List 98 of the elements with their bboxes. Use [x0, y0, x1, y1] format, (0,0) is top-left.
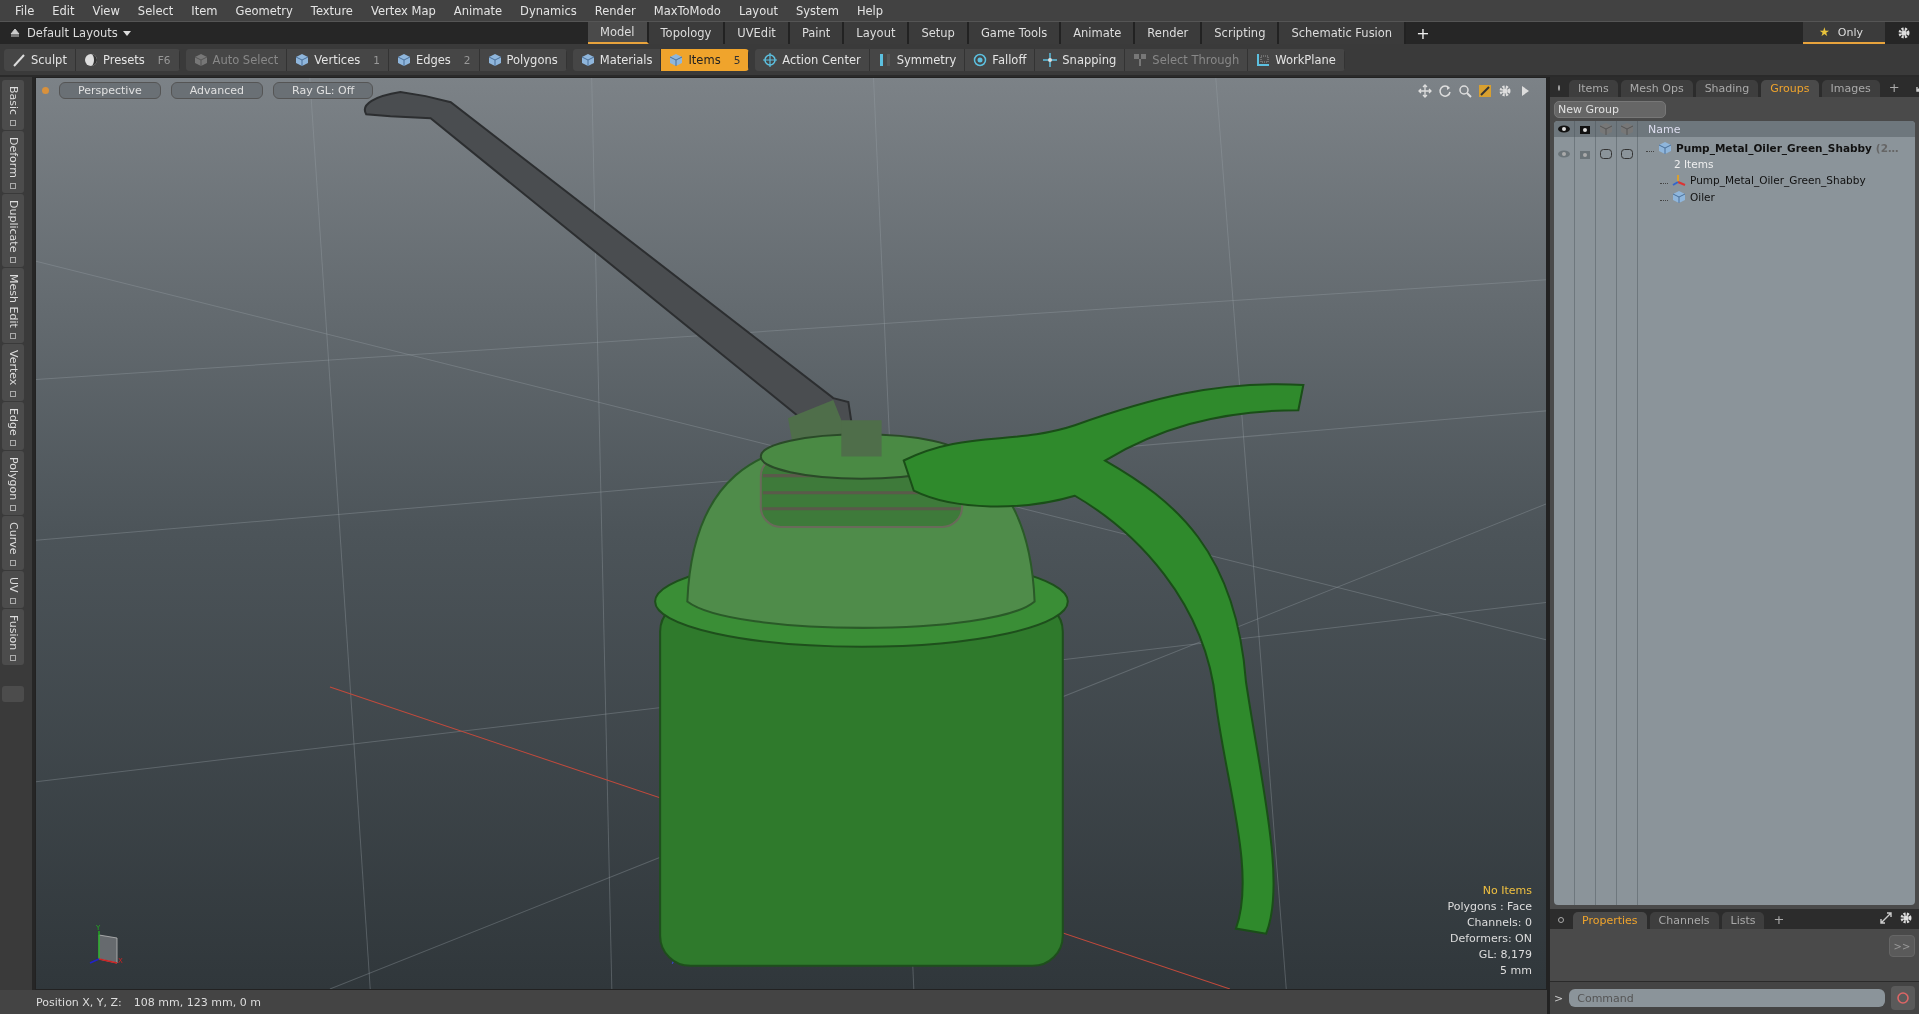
record-button[interactable]	[1891, 986, 1915, 1010]
side-tab[interactable]: Mesh Edit	[2, 268, 24, 344]
brush-icon	[12, 52, 26, 67]
menu-item[interactable]: Dynamics	[511, 3, 586, 18]
menu-item[interactable]: Geometry	[226, 3, 302, 18]
add-tab-button[interactable]: +	[1767, 912, 1791, 929]
side-tab[interactable]: Duplicate	[2, 194, 24, 268]
menu-item[interactable]: System	[787, 3, 848, 18]
layout-tab[interactable]: Render	[1135, 22, 1203, 44]
side-tab[interactable]: Fusion	[2, 608, 24, 665]
cube-icon	[580, 52, 595, 67]
add-tab-button[interactable]: +	[1882, 80, 1906, 97]
caret-icon[interactable]	[122, 29, 131, 37]
ring-icon	[973, 52, 988, 67]
layout-tab[interactable]: Layout	[844, 22, 910, 44]
new-group-button[interactable]: New Group	[1554, 101, 1666, 118]
cube-icon	[295, 52, 310, 67]
menu-item[interactable]: View	[83, 3, 129, 18]
panel-tab[interactable]: Items	[1569, 80, 1618, 97]
layout-tab[interactable]: Paint	[789, 22, 845, 44]
symmetry-icon	[877, 52, 892, 67]
only-toggle[interactable]: ★ Only	[1803, 22, 1885, 44]
command-prompt: >	[1554, 991, 1564, 1005]
menu-item[interactable]: Animate	[444, 3, 512, 18]
side-tab[interactable]: Polygon	[2, 451, 24, 516]
axes-icon	[1672, 173, 1686, 187]
select-through-icon	[1133, 52, 1148, 67]
layout-tab[interactable]: Topology	[648, 22, 726, 44]
menu-item[interactable]: MaxToModo	[644, 3, 730, 18]
viewport-info: Channels: 0	[1466, 916, 1532, 929]
side-tab[interactable]: UV	[2, 570, 24, 608]
panel-tab[interactable]: Groups	[1761, 80, 1819, 97]
viewport-info: No Items	[1482, 884, 1532, 897]
side-tab[interactable]: Edge	[2, 401, 24, 451]
tree-item[interactable]: Pump_Metal_Oiler_Green_Shabby	[1690, 174, 1866, 186]
ring-icon	[1896, 991, 1910, 1005]
panel-tab[interactable]: Lists	[1721, 912, 1765, 929]
cube-icon	[1658, 141, 1672, 155]
cube-icon	[487, 52, 502, 67]
cube-icon	[669, 52, 684, 67]
sphere-icon	[83, 52, 98, 67]
tree-item[interactable]: Oiler	[1690, 191, 1715, 203]
checkbox-icon[interactable]	[1599, 147, 1613, 161]
status-label: Position X, Y, Z:	[36, 995, 122, 1009]
snap-icon	[1043, 52, 1058, 67]
side-tab[interactable]: Vertex	[2, 344, 24, 401]
layout-tab[interactable]: Game Tools	[968, 22, 1062, 44]
viewport-info: Polygons : Face	[1447, 900, 1532, 913]
layout-tab[interactable]: Scripting	[1202, 22, 1280, 44]
group-name[interactable]: Pump_Metal_Oiler_Green_Shabby	[1676, 142, 1872, 154]
side-tab[interactable]: Basic	[2, 80, 24, 131]
side-tab[interactable]: Curve	[2, 516, 24, 570]
menu-item[interactable]: Item	[182, 3, 227, 18]
menu-item[interactable]: Edit	[43, 3, 84, 18]
view-button[interactable]: Advanced	[170, 82, 264, 99]
menu-item[interactable]: File	[6, 3, 44, 18]
view-button[interactable]: Perspective	[59, 82, 161, 99]
layout-tab[interactable]: Schematic Fusion	[1279, 22, 1407, 44]
panel-tab[interactable]: Properties	[1573, 912, 1647, 929]
layout-tab[interactable]: Model	[588, 22, 649, 44]
panel-tab[interactable]: Mesh Ops	[1620, 80, 1693, 97]
layouts-menu[interactable]: Default Layouts	[27, 26, 118, 40]
checkbox-icon[interactable]	[1620, 147, 1634, 161]
panel-tab[interactable]: Images	[1821, 80, 1880, 97]
side-tab[interactable]: Deform	[2, 131, 24, 193]
layout-tab[interactable]: Animate	[1061, 22, 1136, 44]
menu-item[interactable]: Select	[128, 3, 183, 18]
viewport-info: Deformers: ON	[1450, 932, 1532, 945]
cube-icon	[1672, 190, 1686, 204]
workplane-icon	[1256, 52, 1271, 67]
view-button[interactable]: Ray GL: Off	[273, 82, 374, 99]
rotate-icon[interactable]	[1438, 84, 1452, 98]
collapse-icon[interactable]	[8, 26, 22, 40]
command-field[interactable]: Command	[1569, 989, 1885, 1007]
settings-icon[interactable]	[1899, 911, 1913, 925]
menu-item[interactable]: Render	[585, 3, 645, 18]
status-dot	[42, 87, 49, 94]
menu-item[interactable]: Help	[847, 3, 893, 18]
panel-tab[interactable]: Channels	[1649, 912, 1719, 929]
menu-item[interactable]: Texture	[301, 3, 362, 18]
toolbar-button[interactable]: Items 5	[661, 48, 750, 71]
layout-tab[interactable]: UVEdit	[725, 22, 790, 44]
viewport-info: 5 mm	[1500, 964, 1532, 977]
status-value: 108 mm, 123 mm, 0 m	[133, 995, 261, 1009]
panel-tab[interactable]: Shading	[1695, 80, 1759, 97]
group-subtitle: 2 Items	[1673, 158, 1715, 170]
viewport-info: GL: 8,179	[1478, 948, 1532, 961]
menu-item[interactable]: Vertex Map	[361, 3, 445, 18]
cube-icon	[396, 52, 411, 67]
settings-icon[interactable]	[1897, 26, 1911, 40]
add-tab-button[interactable]: +	[1406, 23, 1440, 43]
cube-icon	[193, 52, 208, 67]
menu-item[interactable]: Layout	[729, 3, 787, 18]
move-icon[interactable]	[1418, 84, 1432, 98]
layout-tab[interactable]: Setup	[909, 22, 969, 44]
fit-icon[interactable]	[1478, 84, 1492, 98]
crosshair-icon	[763, 52, 778, 67]
zoom-icon[interactable]	[1458, 84, 1472, 98]
